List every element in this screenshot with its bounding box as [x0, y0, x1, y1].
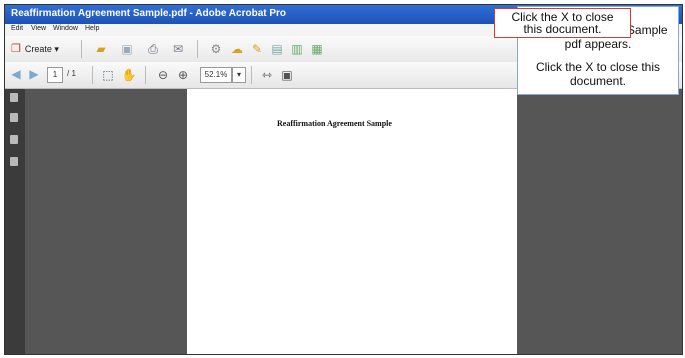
hand-tool-icon[interactable]: ✋	[121, 67, 137, 83]
signatures-panel-icon[interactable]	[10, 157, 18, 166]
sign-icon[interactable]: ▥	[289, 41, 305, 57]
menu-view[interactable]: View	[31, 25, 46, 32]
previous-page-icon[interactable]: ◀	[9, 67, 23, 81]
callout-line-2: pdf appears.	[564, 37, 632, 51]
zoom-in-icon[interactable]: ⊕	[175, 67, 191, 83]
print-icon[interactable]: ⎙	[145, 41, 161, 57]
toolbar-separator	[145, 66, 146, 84]
fit-page-icon[interactable]: ▣	[279, 67, 295, 83]
zoom-dropdown[interactable]: ▾	[232, 67, 246, 83]
comment-icon[interactable]: ☁	[229, 41, 245, 57]
share-icon[interactable]: ✎	[249, 41, 265, 57]
toolbar-separator	[81, 40, 82, 58]
page-total: / 1	[67, 69, 76, 78]
callout-line-3: Click the X to close this	[535, 60, 661, 74]
page-number-input[interactable]: 1	[47, 67, 63, 83]
attachments-panel-icon[interactable]	[10, 135, 18, 144]
fit-width-icon[interactable]: ⇿	[259, 67, 275, 83]
page-heading: Reaffirmation Agreement Sample	[277, 119, 392, 128]
navigation-pane-rail	[5, 89, 25, 354]
create-icon: ❐	[11, 43, 21, 55]
document-workspace[interactable]: Reaffirmation Agreement Sample	[25, 89, 682, 354]
menu-edit[interactable]: Edit	[11, 25, 23, 32]
settings-gear-icon[interactable]: ⚙	[208, 41, 224, 57]
callout-line-4: document.	[569, 74, 627, 88]
bookmarks-panel-icon[interactable]	[10, 113, 18, 122]
window-title: Reaffirmation Agreement Sample.pdf - Ado…	[11, 8, 287, 19]
form-icon[interactable]: ▤	[269, 41, 285, 57]
toolbar-separator	[197, 40, 198, 58]
toolbar-separator	[251, 66, 252, 84]
save-icon[interactable]: ▣	[119, 41, 135, 57]
open-folder-icon[interactable]: ▰	[93, 41, 109, 57]
select-tool-icon[interactable]: ⬚	[100, 67, 116, 83]
email-icon[interactable]: ✉	[170, 41, 186, 57]
create-label: Create	[24, 44, 52, 54]
zoom-out-icon[interactable]: ⊖	[155, 67, 171, 83]
menu-window[interactable]: Window	[53, 25, 78, 32]
hint-line-2: this document.	[523, 22, 602, 36]
create-button[interactable]: ❐ Create ▾	[11, 42, 59, 55]
close-hint-callout: Click the X to close this document.	[494, 8, 631, 38]
menu-help[interactable]: Help	[85, 25, 99, 32]
review-icon[interactable]: ▦	[309, 41, 325, 57]
toolbar-separator	[92, 66, 93, 84]
pdf-page[interactable]: Reaffirmation Agreement Sample	[187, 89, 517, 354]
zoom-level-field[interactable]: 52.1%	[200, 67, 232, 83]
next-page-icon[interactable]: ▶	[27, 67, 41, 81]
pages-panel-icon[interactable]	[10, 93, 18, 102]
